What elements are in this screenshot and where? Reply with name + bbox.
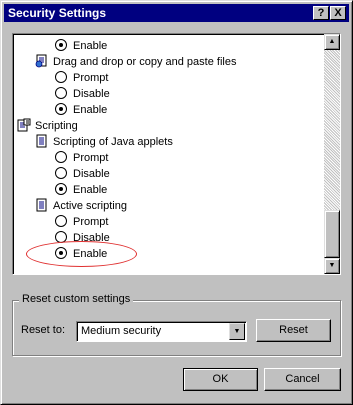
reset-button[interactable]: Reset xyxy=(256,319,331,342)
highlight-ellipse xyxy=(26,241,137,267)
option-label: Enable xyxy=(73,40,108,52)
radio-button[interactable] xyxy=(55,151,67,164)
scripting-category-icon xyxy=(17,118,31,132)
scroll-thumb[interactable] xyxy=(324,210,340,258)
radio-option-enable[interactable]: Enable xyxy=(55,38,107,54)
radio-button[interactable] xyxy=(55,167,67,180)
radio-button[interactable] xyxy=(55,103,67,116)
arrow-down-icon: ▼ xyxy=(328,262,336,269)
option-label: Prompt xyxy=(73,216,109,228)
setting-active-scripting: Active scripting xyxy=(35,198,127,214)
radio-button[interactable] xyxy=(55,87,67,100)
page-setting-icon xyxy=(35,134,49,148)
arrow-up-icon: ▲ xyxy=(328,38,336,45)
radio-button[interactable] xyxy=(55,215,67,228)
setting-label: Active scripting xyxy=(53,200,127,212)
close-button[interactable]: X xyxy=(330,6,346,20)
help-button[interactable]: ? xyxy=(313,6,329,20)
option-label: Prompt xyxy=(73,72,109,84)
radio-option-enable[interactable]: Enable xyxy=(55,182,107,198)
reset-custom-settings-group: Reset custom settings Reset to: Medium s… xyxy=(12,293,341,356)
category-label: Scripting xyxy=(35,120,78,132)
setting-drag-drop-files: Drag and drop or copy and paste files xyxy=(35,54,236,70)
selected-level: Medium security xyxy=(81,325,162,337)
option-label: Disable xyxy=(73,168,110,180)
dropdown-button[interactable]: ▼ xyxy=(229,323,245,340)
radio-option-enable[interactable]: Enable xyxy=(55,102,107,118)
option-label: Enable xyxy=(73,104,108,116)
reset-to-label: Reset to: xyxy=(21,324,66,336)
cancel-button[interactable]: Cancel xyxy=(264,368,341,391)
radio-option-prompt[interactable]: Prompt xyxy=(55,70,108,86)
radio-option-disable[interactable]: Disable xyxy=(55,86,110,102)
radio-button[interactable] xyxy=(55,71,67,84)
security-level-dropdown[interactable]: Medium security ▼ xyxy=(76,321,247,342)
title-bar[interactable]: Security Settings ? X xyxy=(4,4,349,22)
setting-label: Drag and drop or copy and paste files xyxy=(53,56,237,68)
option-label: Prompt xyxy=(73,152,109,164)
security-settings-dialog: Security Settings ? X Enable Drag and dr… xyxy=(0,0,353,405)
dialog-title: Security Settings xyxy=(8,6,107,20)
radio-button[interactable] xyxy=(55,183,67,196)
radio-button[interactable] xyxy=(55,39,67,52)
ok-button[interactable]: OK xyxy=(183,368,258,391)
category-scripting: Scripting xyxy=(17,118,78,134)
group-legend: Reset custom settings xyxy=(19,293,134,305)
option-label: Disable xyxy=(73,88,110,100)
radio-option-prompt[interactable]: Prompt xyxy=(55,150,108,166)
chevron-down-icon: ▼ xyxy=(233,328,241,335)
settings-list[interactable]: Enable Drag and drop or copy and paste f… xyxy=(12,33,341,275)
setting-label: Scripting of Java applets xyxy=(53,136,173,148)
option-label: Enable xyxy=(73,184,108,196)
setting-scripting-java-applets: Scripting of Java applets xyxy=(35,134,173,150)
radio-option-prompt[interactable]: Prompt xyxy=(55,214,108,230)
scroll-up-button[interactable]: ▲ xyxy=(324,34,340,50)
page-setting-icon xyxy=(35,54,49,68)
vertical-scrollbar[interactable]: ▲ ▼ xyxy=(324,34,340,274)
page-setting-icon xyxy=(35,198,49,212)
scroll-down-button[interactable]: ▼ xyxy=(324,258,340,274)
radio-option-disable[interactable]: Disable xyxy=(55,166,110,182)
